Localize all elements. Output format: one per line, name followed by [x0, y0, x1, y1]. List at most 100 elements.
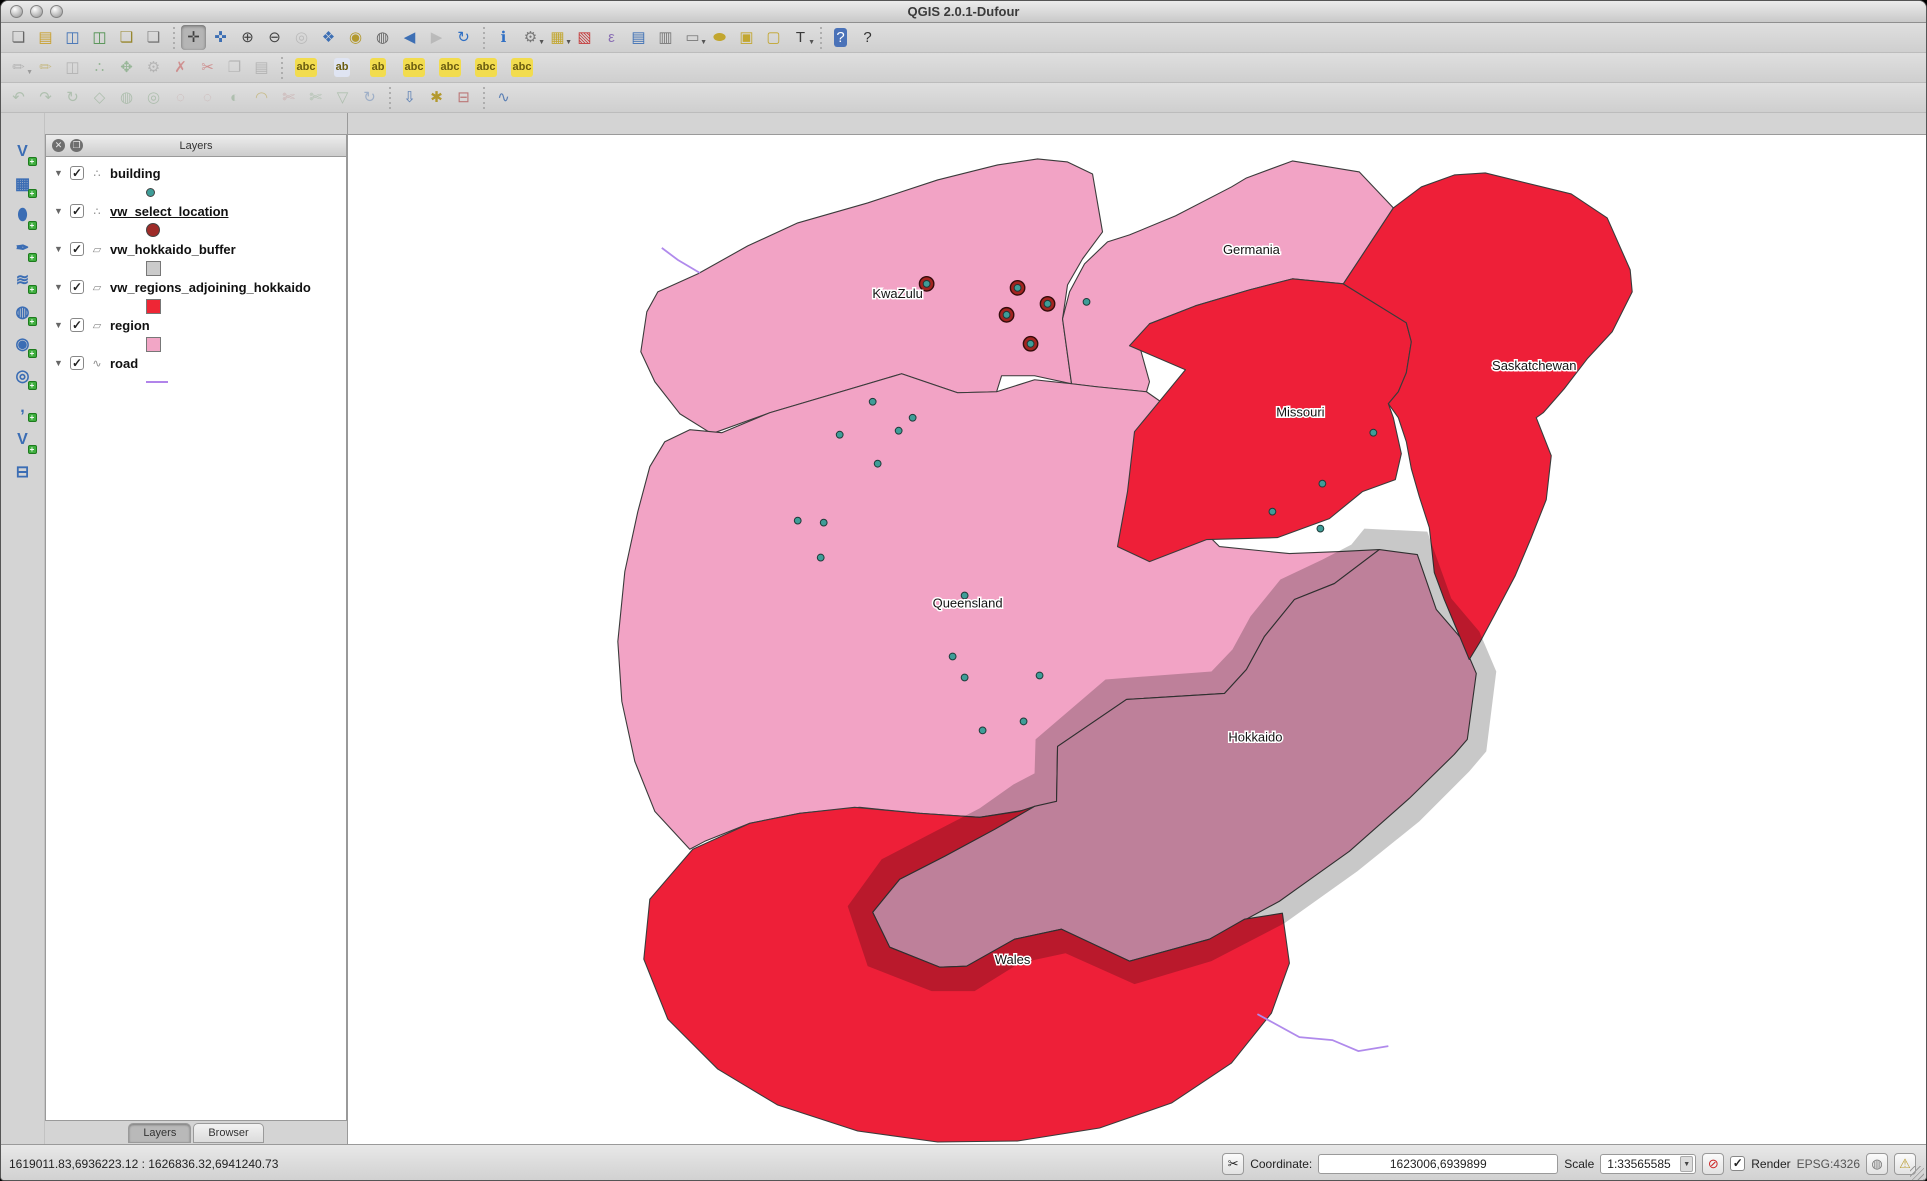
- help-contents-icon[interactable]: ?: [828, 25, 853, 50]
- render-checkbox[interactable]: ✓: [1730, 1156, 1745, 1171]
- map-tips-glyph: ⬬: [711, 28, 728, 47]
- map-tips-icon[interactable]: ⬬: [707, 25, 732, 50]
- text-annotation-glyph: T: [794, 28, 807, 47]
- add-badge-icon: +: [28, 253, 37, 262]
- remove-layer-icon[interactable]: ⊟: [10, 459, 36, 485]
- expand-icon[interactable]: ▼: [54, 244, 64, 254]
- checkout-features-icon[interactable]: ⇩: [397, 85, 422, 110]
- add-vector-layer-icon[interactable]: V+: [10, 139, 36, 165]
- cut-features-glyph: ✂: [199, 58, 216, 77]
- zoom-to-layer-icon[interactable]: ◍: [370, 25, 395, 50]
- layer-item-building[interactable]: ▼✓∴building: [46, 163, 346, 183]
- add-wcs-layer-icon[interactable]: ◉+: [10, 331, 36, 357]
- add-raster-layer-icon[interactable]: ▦+: [10, 171, 36, 197]
- composer-manager-icon[interactable]: ❏: [141, 25, 166, 50]
- select-features-icon[interactable]: ▦▼: [545, 25, 570, 50]
- zoom-last-icon[interactable]: ◀: [397, 25, 422, 50]
- run-feature-action-dropdown-icon[interactable]: ▼: [538, 39, 545, 46]
- add-wfs-layer-icon[interactable]: ◎+: [10, 363, 36, 389]
- move-feature-glyph: ✥: [118, 58, 135, 77]
- whats-this-icon[interactable]: ?: [855, 25, 880, 50]
- zoom-in-icon[interactable]: ⊕: [235, 25, 260, 50]
- add-part-glyph: ◎: [145, 88, 162, 107]
- current-edits-dropdown-icon[interactable]: ▼: [26, 69, 33, 76]
- panel-close-icon[interactable]: ✕: [52, 139, 65, 152]
- layer-visibility-checkbox[interactable]: ✓: [70, 242, 84, 256]
- open-attribute-table-icon[interactable]: ▤: [626, 25, 651, 50]
- pan-to-selection-icon[interactable]: ✜: [208, 25, 233, 50]
- label-properties-icon[interactable]: abc: [469, 55, 503, 80]
- new-bookmark-icon[interactable]: ▣: [734, 25, 759, 50]
- crs-status-icon[interactable]: ◍: [1866, 1153, 1888, 1175]
- title-bar[interactable]: QGIS 2.0.1-Dufour: [1, 1, 1926, 23]
- layer-item-region[interactable]: ▼✓▱region: [46, 315, 346, 335]
- scale-combobox[interactable]: 1:33565585 ▼: [1600, 1154, 1696, 1174]
- show-bookmarks-icon[interactable]: ▢: [761, 25, 786, 50]
- remove-offline-icon[interactable]: ⊟: [451, 85, 476, 110]
- layer-item-vw_hokkaido_buffer[interactable]: ▼✓▱vw_hokkaido_buffer: [46, 239, 346, 259]
- label-show-hide-icon[interactable]: abc: [397, 55, 431, 80]
- stop-rendering-icon[interactable]: ⊘: [1702, 1153, 1724, 1175]
- add-postgis-layer-icon[interactable]: ⬮+: [10, 203, 36, 229]
- coordinate-input[interactable]: 1623006,6939899: [1318, 1154, 1558, 1174]
- close-window-button[interactable]: [10, 5, 23, 18]
- zoom-full-icon[interactable]: ❖: [316, 25, 341, 50]
- coordinate-toggle-icon[interactable]: ✂: [1222, 1153, 1244, 1175]
- label-edit-icon[interactable]: abc: [505, 55, 539, 80]
- refresh-map-icon[interactable]: ↻: [451, 25, 476, 50]
- add-badge-icon: +: [28, 349, 37, 358]
- pan-map-icon[interactable]: ✛: [181, 25, 206, 50]
- zoom-window-button[interactable]: [50, 5, 63, 18]
- layer-item-vw_regions_adjoining_hokkaido[interactable]: ▼✓▱vw_regions_adjoining_hokkaido: [46, 277, 346, 297]
- expand-icon[interactable]: ▼: [54, 168, 64, 178]
- add-wms-layer-icon[interactable]: ◍+: [10, 299, 36, 325]
- layer-visibility-checkbox[interactable]: ✓: [70, 280, 84, 294]
- new-shapefile-layer-icon[interactable]: V+: [10, 427, 36, 453]
- select-by-expression-icon[interactable]: ε: [599, 25, 624, 50]
- layer-visibility-checkbox[interactable]: ✓: [70, 204, 84, 218]
- save-project-icon[interactable]: ◫: [60, 25, 85, 50]
- expand-icon[interactable]: ▼: [54, 358, 64, 368]
- resize-grip[interactable]: [1910, 1166, 1924, 1180]
- select-features-dropdown-icon[interactable]: ▼: [565, 39, 572, 46]
- panel-float-icon[interactable]: ❐: [70, 139, 83, 152]
- layer-visibility-checkbox[interactable]: ✓: [70, 356, 84, 370]
- zoom-out-icon[interactable]: ⊖: [262, 25, 287, 50]
- paste-features-icon: ▤: [249, 55, 274, 80]
- expand-icon[interactable]: ▼: [54, 282, 64, 292]
- add-delimited-text-layer-icon[interactable]: ,+: [10, 395, 36, 421]
- tab-layers[interactable]: Layers: [128, 1123, 191, 1143]
- identify-features-icon[interactable]: ℹ: [491, 25, 516, 50]
- vector-node-tool-icon[interactable]: ∿: [491, 85, 516, 110]
- layer-visibility-checkbox[interactable]: ✓: [70, 318, 84, 332]
- zoom-to-selection-icon[interactable]: ◉: [343, 25, 368, 50]
- label-rotate-icon[interactable]: abc: [433, 55, 467, 80]
- scale-dropdown-icon[interactable]: ▼: [1680, 1156, 1693, 1172]
- tab-browser[interactable]: Browser: [193, 1123, 263, 1143]
- measure-line-dropdown-icon[interactable]: ▼: [700, 39, 707, 46]
- layer-item-vw_select_location[interactable]: ▼✓∴vw_select_location: [46, 201, 346, 221]
- text-annotation-icon[interactable]: T▼: [788, 25, 813, 50]
- save-project-as-icon[interactable]: ◫: [87, 25, 112, 50]
- run-feature-action-icon[interactable]: ⚙▼: [518, 25, 543, 50]
- field-calculator-icon[interactable]: ▥: [653, 25, 678, 50]
- layer-item-road[interactable]: ▼✓∿road: [46, 353, 346, 373]
- new-print-composer-icon[interactable]: ❏: [114, 25, 139, 50]
- labeling-icon[interactable]: abc: [289, 55, 323, 80]
- measure-line-icon[interactable]: ▭▼: [680, 25, 705, 50]
- add-spatialite-layer-icon[interactable]: ✒+: [10, 235, 36, 261]
- expand-icon[interactable]: ▼: [54, 206, 64, 216]
- label-pin-icon[interactable]: ab: [325, 55, 359, 80]
- deselect-features-icon[interactable]: ▧: [572, 25, 597, 50]
- new-project-icon[interactable]: ❏: [6, 25, 31, 50]
- minimize-window-button[interactable]: [30, 5, 43, 18]
- expand-icon[interactable]: ▼: [54, 320, 64, 330]
- label-move-icon[interactable]: ab: [361, 55, 395, 80]
- add-mssql-layer-icon[interactable]: ≋+: [10, 267, 36, 293]
- node-tool-icon: ⚙: [141, 55, 166, 80]
- synchronize-features-icon[interactable]: ✱: [424, 85, 449, 110]
- map-canvas[interactable]: KwaZuluGermaniaSaskatchewanMissouriQueen…: [348, 134, 1926, 1144]
- text-annotation-dropdown-icon[interactable]: ▼: [808, 39, 815, 46]
- open-project-icon[interactable]: ▤: [33, 25, 58, 50]
- layer-visibility-checkbox[interactable]: ✓: [70, 166, 84, 180]
